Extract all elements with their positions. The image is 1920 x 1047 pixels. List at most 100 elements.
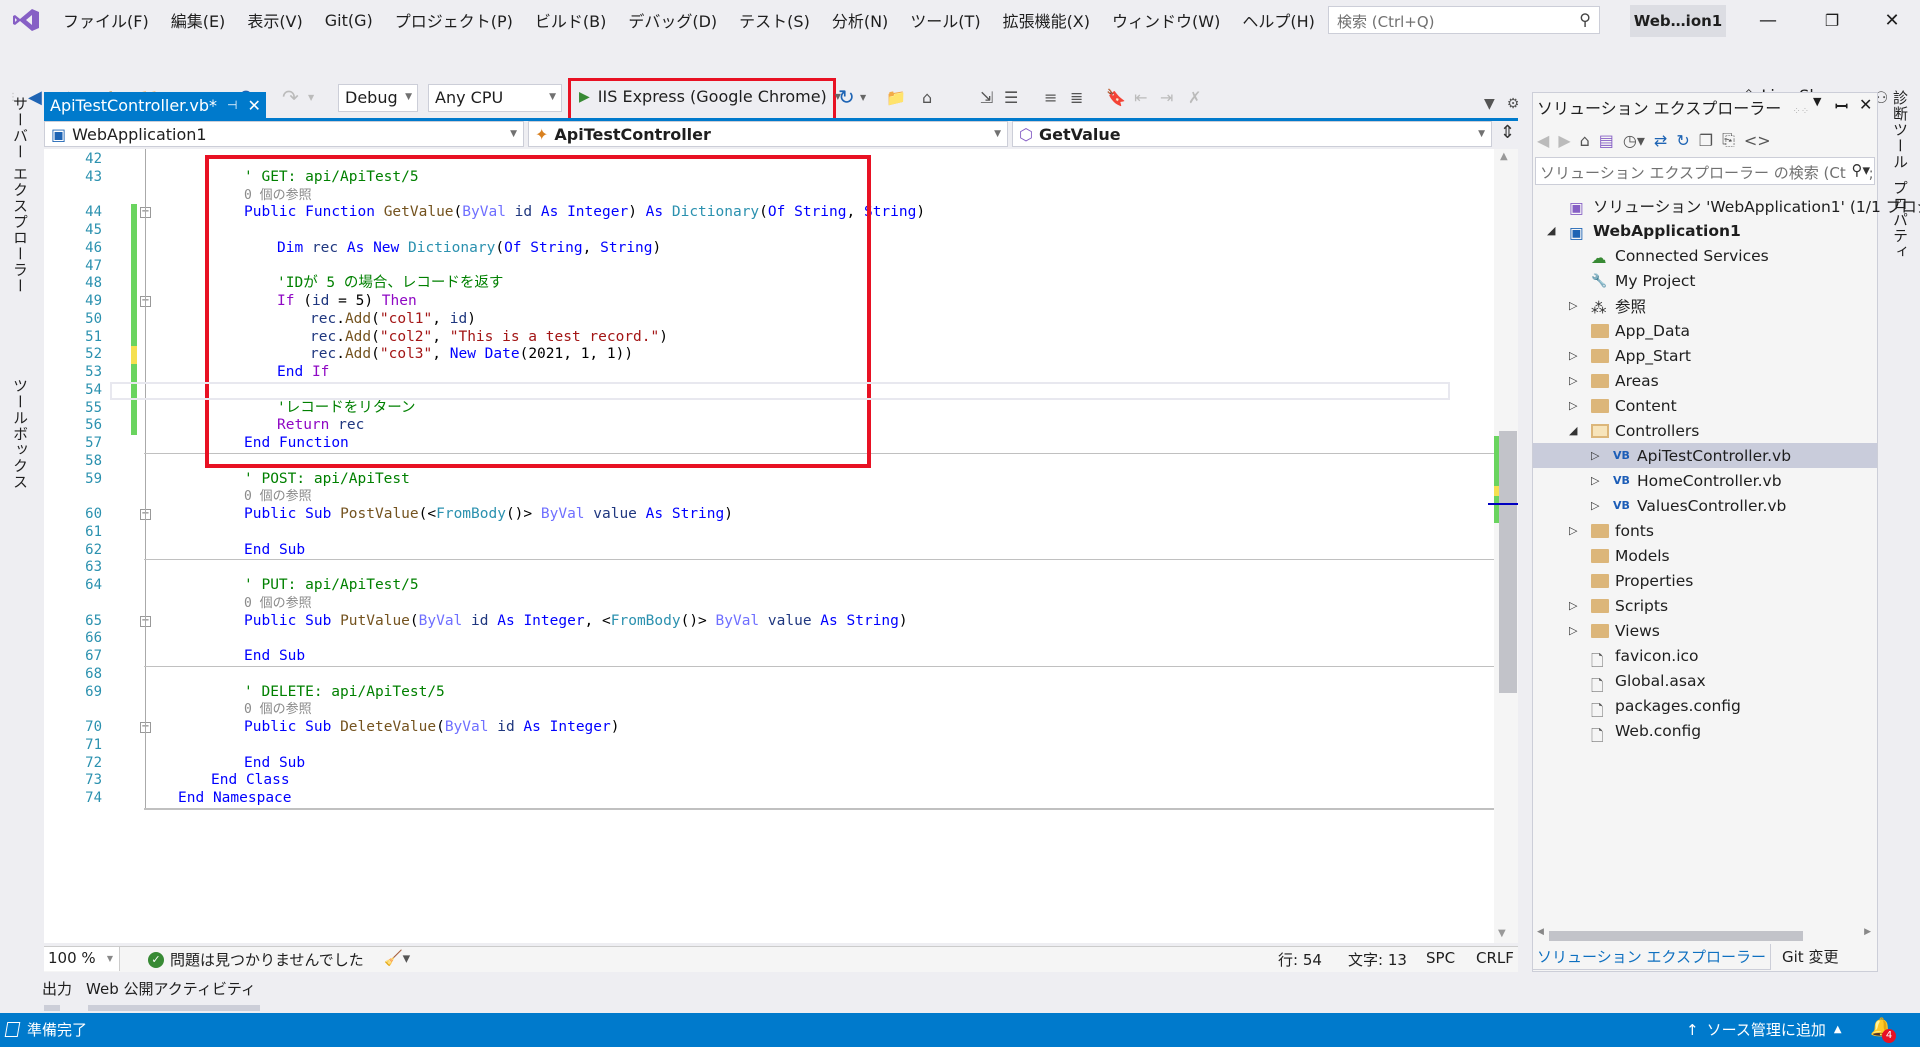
- menu-item[interactable]: デバッグ(D): [617, 8, 728, 32]
- tree-item[interactable]: ▷ App_Start: [1533, 343, 1877, 368]
- menu-item[interactable]: Git(G): [314, 11, 384, 30]
- tree-item[interactable]: ☁ Connected Services: [1533, 243, 1877, 268]
- start-debugging-button[interactable]: ▶ IIS Express (Google Chrome) ▼: [579, 87, 841, 106]
- close-window-button[interactable]: ✕: [1872, 6, 1912, 34]
- expand-arrow-icon[interactable]: ▷: [1591, 474, 1599, 487]
- comment-icon[interactable]: ≡: [1044, 84, 1057, 110]
- expand-arrow-icon[interactable]: ▷: [1569, 599, 1577, 612]
- code-line[interactable]: End Sub: [244, 755, 305, 772]
- uncomment-icon[interactable]: ≣: [1070, 84, 1083, 110]
- solution-name-badge[interactable]: Web…ion1: [1630, 5, 1726, 37]
- switch-views-icon[interactable]: ▤: [1599, 131, 1614, 150]
- solution-search-input[interactable]: ソリューション エクスプローラー の検索 (Ctrl+;) ⚲▾: [1535, 157, 1875, 185]
- expand-arrow-icon[interactable]: ▷: [1591, 499, 1599, 512]
- menu-item[interactable]: ツール(T): [899, 8, 991, 32]
- indent-icon[interactable]: ☰: [1004, 84, 1018, 110]
- notifications-button[interactable]: 🔔 4: [1870, 1017, 1896, 1043]
- copy-icon[interactable]: ⎘: [1722, 130, 1735, 150]
- code-line[interactable]: Public Sub PutValue(ByVal id As Integer,…: [244, 613, 908, 630]
- code-line[interactable]: ' POST: api/ApiTest: [244, 471, 410, 488]
- member-nav-dropdown[interactable]: ⬡ GetValue ▼: [1012, 121, 1492, 147]
- add-to-source-control-button[interactable]: ↑ ソース管理に追加 ▲: [1686, 1019, 1842, 1040]
- tree-item[interactable]: 🗋 packages.config: [1533, 693, 1877, 720]
- expand-arrow-icon[interactable]: ▷: [1569, 374, 1577, 387]
- tree-item[interactable]: Properties: [1533, 568, 1877, 593]
- tree-item[interactable]: ▷ VB ApiTestController.vb: [1533, 443, 1877, 468]
- close-tab-icon[interactable]: ✕: [247, 96, 260, 115]
- expand-arrow-icon[interactable]: ▷: [1569, 399, 1577, 412]
- step-into-icon[interactable]: ⇲: [980, 84, 993, 110]
- next-bookmark-icon[interactable]: ⇥: [1160, 84, 1173, 110]
- menu-item[interactable]: プロジェクト(P): [384, 8, 524, 32]
- solution-config-dropdown[interactable]: Debug ▼: [338, 84, 418, 112]
- tree-item[interactable]: ▷ ⁂ 参照: [1533, 293, 1877, 318]
- tree-item[interactable]: 🗋 favicon.ico: [1533, 643, 1877, 670]
- tree-item[interactable]: App_Data: [1533, 318, 1877, 343]
- expand-arrow-icon[interactable]: ▷: [1569, 299, 1577, 312]
- tree-item[interactable]: 🗋 Web.config: [1533, 718, 1877, 745]
- code-line[interactable]: ' DELETE: api/ApiTest/5: [244, 684, 445, 701]
- menu-item[interactable]: ヘルプ(H): [1231, 8, 1326, 32]
- code-cleanup-icon[interactable]: 🧹▾: [384, 949, 410, 967]
- menu-item[interactable]: ビルド(B): [524, 8, 617, 32]
- code-line[interactable]: End Sub: [244, 648, 305, 665]
- refresh-icon[interactable]: ↻: [1676, 131, 1689, 150]
- bookmark-icon[interactable]: 🔖: [1106, 84, 1126, 110]
- back-icon[interactable]: ◀: [1537, 131, 1549, 150]
- refresh-dropdown-icon[interactable]: ▼: [860, 84, 866, 110]
- scroll-right-icon[interactable]: ▶: [1864, 927, 1871, 937]
- collapse-arrow-icon[interactable]: ◢: [1547, 224, 1555, 237]
- scrollbar-thumb[interactable]: [1499, 431, 1517, 693]
- close-panel-icon[interactable]: ✕: [1859, 95, 1872, 114]
- tree-item[interactable]: ▷ Scripts: [1533, 593, 1877, 618]
- code-line[interactable]: End Class: [211, 772, 290, 789]
- reference-count-lens[interactable]: 0 個の参照: [244, 701, 312, 718]
- tab-output[interactable]: 出力: [42, 978, 72, 999]
- redo-icon[interactable]: ↷: [282, 84, 299, 110]
- tree-item[interactable]: ▷ Views: [1533, 618, 1877, 643]
- minimize-button[interactable]: —: [1748, 6, 1788, 34]
- tab-web-publish-activity[interactable]: Web 公開アクティビティ: [86, 978, 256, 999]
- drag-grip[interactable]: ⁘⁘: [1792, 106, 1809, 117]
- tree-item[interactable]: ▣ ソリューション 'WebApplication1' (1/1 プロジェクト): [1533, 193, 1920, 218]
- search-box[interactable]: 検索 (Ctrl+Q) ⚲: [1328, 6, 1600, 34]
- expand-arrow-icon[interactable]: ▷: [1569, 349, 1577, 362]
- issues-indicator[interactable]: ✓ 問題は見つかりませんでした: [148, 949, 364, 970]
- home-icon[interactable]: ⌂: [1580, 131, 1590, 150]
- line-indicator[interactable]: 行: 54: [1278, 949, 1322, 970]
- menu-item[interactable]: ウィンドウ(W): [1101, 8, 1231, 32]
- code-line[interactable]: End Namespace: [178, 790, 292, 807]
- pending-changes-filter-icon[interactable]: ◷▾: [1623, 131, 1645, 150]
- pin-icon[interactable]: ꟷ: [1835, 95, 1848, 117]
- scroll-up-icon[interactable]: ▲: [1500, 151, 1508, 162]
- tree-item[interactable]: ▷ VB ValuesController.vb: [1533, 493, 1877, 518]
- tree-item[interactable]: ▷ fonts: [1533, 518, 1877, 543]
- line-ending-indicator[interactable]: CRLF: [1476, 949, 1514, 967]
- window-menu-icon[interactable]: ▼: [1813, 95, 1821, 108]
- tab-list-dropdown-icon[interactable]: ▼: [1484, 96, 1495, 112]
- browser-link-icon[interactable]: ⌂: [922, 84, 932, 110]
- pin-icon[interactable]: ⊣: [227, 98, 237, 112]
- tab-solution-explorer[interactable]: ソリューション エクスプローラー: [1532, 944, 1772, 970]
- tree-item[interactable]: ▷ Areas: [1533, 368, 1877, 393]
- menu-item[interactable]: 分析(N): [821, 8, 899, 32]
- menu-item[interactable]: ファイル(F): [52, 8, 160, 32]
- sync-icon[interactable]: ⇄: [1654, 131, 1667, 150]
- forward-icon[interactable]: ▶: [1558, 131, 1570, 150]
- code-line[interactable]: End Sub: [244, 542, 305, 559]
- menu-item[interactable]: 拡張機能(X): [992, 8, 1101, 32]
- server-explorer-tab[interactable]: サーバー エクスプローラー: [10, 96, 31, 294]
- expand-arrow-icon[interactable]: ▷: [1569, 624, 1577, 637]
- platform-dropdown[interactable]: Any CPU ▼: [428, 84, 562, 112]
- collapse-arrow-icon[interactable]: ◢: [1569, 424, 1577, 437]
- diagnostic-tools-tab[interactable]: 診断ツール: [1890, 90, 1911, 170]
- tree-item[interactable]: 🔧 My Project: [1533, 268, 1877, 293]
- tree-item[interactable]: Models: [1533, 543, 1877, 568]
- gear-icon[interactable]: ⚙: [1507, 96, 1520, 112]
- tree-item[interactable]: ◢ Controllers: [1533, 418, 1877, 443]
- find-in-files-icon[interactable]: 📁: [886, 84, 906, 110]
- menu-item[interactable]: 表示(V): [236, 8, 313, 32]
- code-line[interactable]: ' PUT: api/ApiTest/5: [244, 577, 419, 594]
- redo-dropdown-icon[interactable]: ▼: [308, 84, 314, 110]
- horizontal-scrollbar[interactable]: ◀ ▶: [1537, 927, 1873, 943]
